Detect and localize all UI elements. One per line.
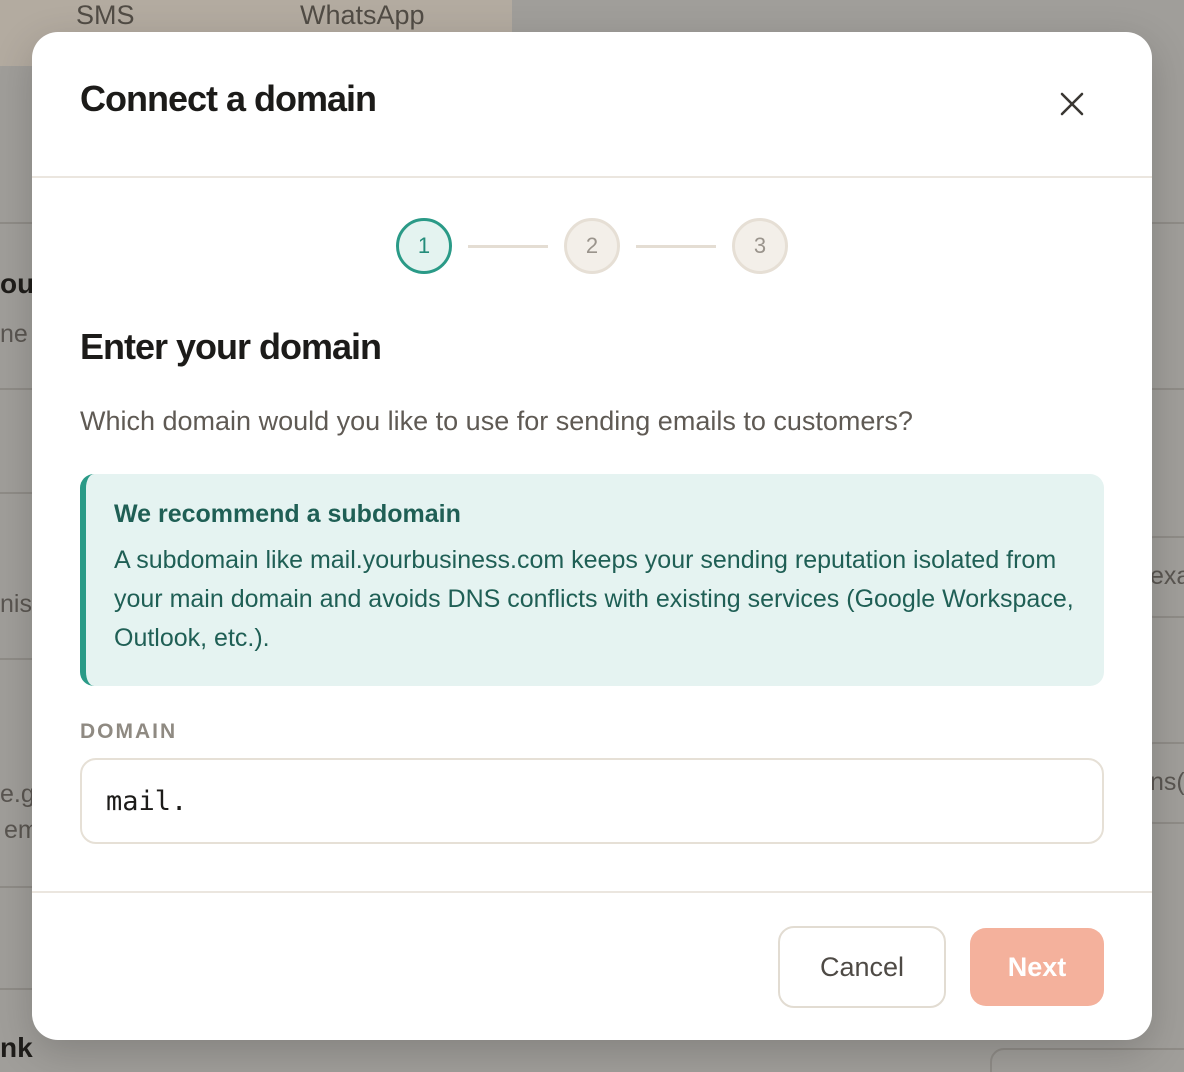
section-description: Which domain would you like to use for s… [80, 406, 913, 436]
bg-text: e.g [0, 780, 35, 808]
next-button[interactable]: Next [970, 928, 1104, 1006]
bg-text: exa [1150, 562, 1184, 590]
section-title: Enter your domain [80, 326, 382, 367]
connect-domain-dialog: Connect a domain 1 2 3 Enter your domain… [32, 32, 1152, 1040]
close-button[interactable] [1046, 82, 1098, 126]
bg-divider [1150, 388, 1184, 390]
callout-body: A subdomain like mail.yourbusiness.com k… [114, 546, 1074, 652]
domain-label: DOMAIN [80, 720, 178, 743]
step-indicator: 1 2 3 [396, 218, 788, 274]
cancel-button[interactable]: Cancel [778, 926, 946, 1008]
step-connector [468, 245, 548, 248]
dialog-footer-divider [32, 891, 1152, 893]
tab-whatsapp[interactable]: WhatsApp [300, 0, 425, 31]
dialog-title: Connect a domain [80, 78, 377, 119]
bg-text: ou [0, 268, 35, 299]
bg-text: nis [0, 590, 32, 618]
dialog-header: Connect a domain [32, 32, 1152, 178]
bg-divider [1150, 222, 1184, 224]
bg-text: nk [0, 1032, 33, 1063]
close-icon [1060, 92, 1084, 116]
recommendation-callout: We recommend a subdomain A subdomain lik… [80, 474, 1104, 686]
tab-sms[interactable]: SMS [76, 0, 135, 31]
step-connector [636, 245, 716, 248]
step-1: 1 [396, 218, 452, 274]
step-3: 3 [732, 218, 788, 274]
bg-button [990, 1048, 1184, 1072]
step-2: 2 [564, 218, 620, 274]
callout-title: We recommend a subdomain [114, 500, 461, 528]
domain-input[interactable] [80, 758, 1104, 844]
bg-text: ns( [1150, 768, 1184, 796]
bg-text: ne [0, 320, 28, 348]
